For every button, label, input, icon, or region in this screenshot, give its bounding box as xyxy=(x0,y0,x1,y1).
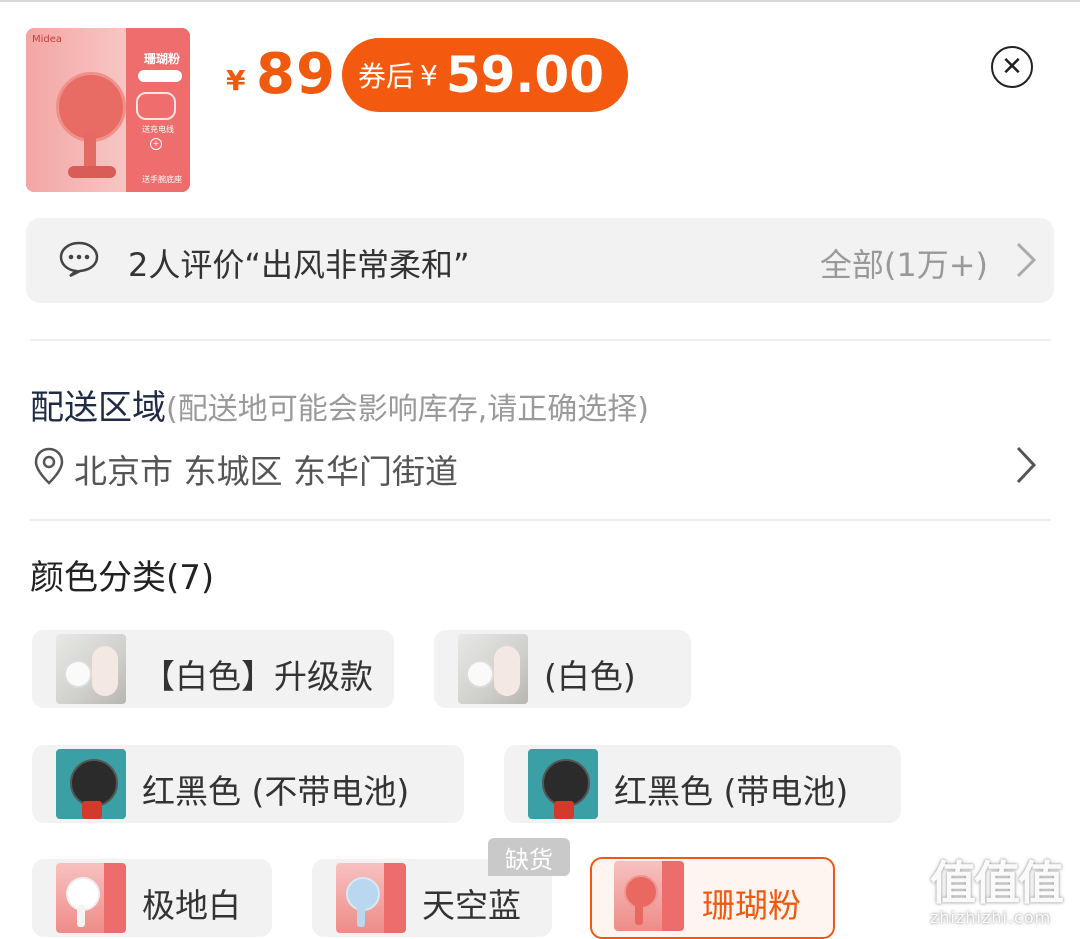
thumb-brand-logo: Midea xyxy=(32,34,63,45)
color-option-label: 极地白 xyxy=(142,886,241,925)
coupon-price: 59.00 xyxy=(445,46,604,104)
top-divider xyxy=(0,0,1080,2)
watermark-url: zhizhizhi.com xyxy=(930,908,1052,927)
color-thumbnail xyxy=(528,749,598,819)
watermark-logo: 值值值 xyxy=(930,856,1064,910)
color-option-label: 珊瑚粉 xyxy=(702,886,801,925)
close-button[interactable]: ✕ xyxy=(991,46,1033,88)
color-thumbnail xyxy=(458,634,528,704)
all-reviews-link[interactable]: 全部(1万+) xyxy=(820,240,988,286)
color-option-white-upgrade[interactable]: 【白色】升级款 xyxy=(32,630,394,708)
thumb-band-line2: 送手腕底座 xyxy=(142,175,182,184)
color-option-label: 天空蓝 xyxy=(422,886,521,925)
coupon-label: 券后 xyxy=(358,60,415,93)
coupon-price-badge: 券后 ¥ 59.00 xyxy=(342,38,628,112)
color-option-label: 【白色】升级款 xyxy=(142,657,373,696)
color-option-coral-pink[interactable]: 珊瑚粉 xyxy=(590,857,835,939)
thumb-band-title: 珊瑚粉 xyxy=(143,52,180,66)
color-thumbnail xyxy=(56,863,126,933)
plus-icon: + xyxy=(150,138,162,150)
location-pin-icon xyxy=(34,447,64,485)
color-option-polar-white[interactable]: 极地白 xyxy=(32,859,272,937)
coupon-currency: ¥ xyxy=(420,58,438,92)
color-option-redblack-no-battery[interactable]: 红黑色 (不带电池) xyxy=(32,745,464,823)
color-thumbnail xyxy=(56,749,126,819)
chevron-right-icon[interactable] xyxy=(1012,444,1040,486)
review-snippet: 2人评价“出风非常柔和” xyxy=(128,246,470,284)
review-summary-bar[interactable]: 2人评价“出风非常柔和” 全部(1万+) xyxy=(26,218,1054,303)
cable-icon xyxy=(136,92,176,120)
close-icon: ✕ xyxy=(1001,52,1023,82)
color-section-title: 颜色分类(7) xyxy=(30,558,215,598)
color-thumbnail xyxy=(614,861,684,931)
color-thumbnail xyxy=(336,863,406,933)
chevron-right-icon xyxy=(1016,242,1037,278)
thumb-band-line1: 送充电线 xyxy=(142,125,174,134)
delivery-address[interactable]: 北京市 东城区 东华门街道 xyxy=(74,445,458,493)
product-thumbnail[interactable]: Midea 珊瑚粉 送充电线 + 送手腕底座 xyxy=(26,28,190,192)
out-of-stock-badge: 缺货 xyxy=(488,838,570,876)
color-option-redblack-battery[interactable]: 红黑色 (带电池) xyxy=(504,745,901,823)
section-divider xyxy=(30,339,1051,341)
thumb-band-pill xyxy=(138,70,182,82)
color-option-label: 红黑色 (带电池) xyxy=(614,772,849,811)
color-option-white[interactable]: (白色) xyxy=(434,630,691,708)
price-currency: ¥ xyxy=(226,64,246,97)
delivery-section-title: 配送区域(配送地可能会影响库存,请正确选择) xyxy=(30,380,649,429)
price: 89 xyxy=(256,42,336,107)
color-thumbnail xyxy=(56,634,126,704)
delivery-hint: (配送地可能会影响库存,请正确选择) xyxy=(166,392,649,427)
comment-icon xyxy=(59,241,99,278)
color-option-label: (白色) xyxy=(544,657,636,696)
watermark: 值值值 zhizhizhi.com xyxy=(930,858,1074,936)
delivery-title: 配送区域 xyxy=(30,388,166,428)
fan-base-image xyxy=(68,166,116,178)
color-option-label: 红黑色 (不带电池) xyxy=(142,772,410,811)
section-divider xyxy=(30,519,1051,521)
